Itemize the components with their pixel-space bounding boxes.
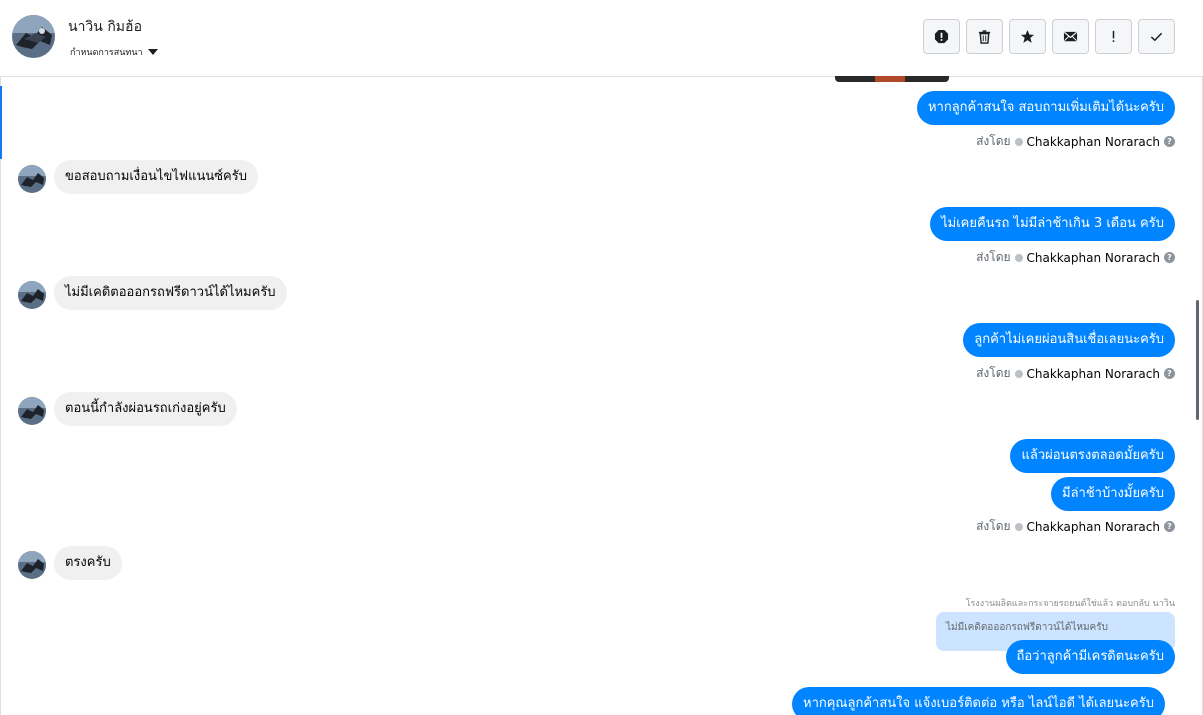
sent-by-line: ส่งโดย Chakkaphan Norarach ? xyxy=(976,248,1175,267)
star-icon xyxy=(1020,29,1035,43)
sent-by-agent: Chakkaphan Norarach xyxy=(1026,519,1160,534)
outgoing-message: ไม่เคยคืนรถ ไม่มีล่าช้าเกิน 3 เดือน ครับ xyxy=(930,207,1175,241)
incoming-message: ไม่มีเคดิตอออกรถฟรีดาวน์ได้ไหมครับ xyxy=(54,276,287,310)
reply-context: โรงงานผลิตและกระจายรถยนต์ใช่แล้ว ตอบกลับ… xyxy=(965,599,1175,609)
sent-by-prefix: ส่งโดย xyxy=(976,250,1011,264)
delivered-check-icon xyxy=(1014,253,1023,262)
help-icon[interactable]: ? xyxy=(1164,252,1175,263)
incoming-message: ตรงครับ xyxy=(54,546,122,580)
delete-button[interactable] xyxy=(966,19,1003,54)
conversation-status-label: กำหนดการสนทนา xyxy=(70,48,143,58)
check-icon xyxy=(1150,32,1163,42)
contact-avatar-small xyxy=(18,165,46,193)
outgoing-message: ลูกค้าไม่เคยผ่อนสินเชื่อเลยนะครับ xyxy=(963,323,1175,357)
trash-icon xyxy=(978,30,991,44)
sent-by-line: ส่งโดย Chakkaphan Norarach ? xyxy=(976,517,1175,536)
outgoing-message: มีล่าช้าบ้างมั้ยครับ xyxy=(1051,477,1175,511)
sent-by-agent: Chakkaphan Norarach xyxy=(1026,250,1160,265)
sent-by-agent: Chakkaphan Norarach xyxy=(1026,134,1160,149)
sent-by-agent: Chakkaphan Norarach xyxy=(1026,366,1160,381)
important-button[interactable] xyxy=(1095,19,1132,54)
help-icon[interactable]: ? xyxy=(1164,368,1175,379)
contact-avatar-small xyxy=(18,281,46,309)
conversation-header: นาวิน กิมฮ้อ กำหนดการสนทนา xyxy=(0,0,1203,77)
contact-avatar[interactable] xyxy=(12,15,55,58)
mail-icon xyxy=(1063,31,1078,42)
conversation-status-dropdown[interactable]: กำหนดการสนทนา xyxy=(70,45,158,59)
incoming-message: ตอนนี้กำลังผ่อนรถเก่งอยู่ครับ xyxy=(54,392,237,426)
header-actions xyxy=(923,19,1175,54)
sent-by-line: ส่งโดย Chakkaphan Norarach ? xyxy=(976,132,1175,151)
outgoing-message: หากคุณลูกค้าสนใจ แจ้งเบอร์ติดต่อ หรือ ไล… xyxy=(792,687,1165,715)
delivered-check-icon xyxy=(1014,522,1023,531)
report-button[interactable] xyxy=(923,19,960,54)
report-icon xyxy=(934,29,949,44)
contact-avatar-small xyxy=(18,551,46,579)
help-icon[interactable]: ? xyxy=(1164,521,1175,532)
delivered-check-icon xyxy=(1014,137,1023,146)
thread-accent xyxy=(0,86,2,159)
attachment-image[interactable] xyxy=(835,76,949,82)
help-icon[interactable]: ? xyxy=(1164,136,1175,147)
exclamation-icon xyxy=(1112,30,1115,42)
incoming-message: ขอสอบถามเงื่อนไขไฟแนนซ์ครับ xyxy=(54,160,258,194)
contact-avatar-small xyxy=(18,397,46,425)
sent-by-prefix: ส่งโดย xyxy=(976,519,1011,533)
outgoing-message: ถือว่าลูกค้ามีเครดิตนะครับ xyxy=(1005,640,1175,674)
star-button[interactable] xyxy=(1009,19,1046,54)
outgoing-message: หากลูกค้าสนใจ สอบถามเพิ่มเติมได้นะครับ xyxy=(916,91,1175,125)
sent-by-prefix: ส่งโดย xyxy=(976,134,1011,148)
sent-by-line: ส่งโดย Chakkaphan Norarach ? xyxy=(976,364,1175,383)
caret-down-icon xyxy=(147,49,158,55)
delivered-check-icon xyxy=(1014,369,1023,378)
sent-by-prefix: ส่งโดย xyxy=(976,366,1011,380)
scrollbar-thumb[interactable] xyxy=(1196,300,1199,420)
mark-done-button[interactable] xyxy=(1138,19,1175,54)
contact-name: นาวิน กิมฮ้อ xyxy=(68,19,142,35)
mark-unread-button[interactable] xyxy=(1052,19,1089,54)
outgoing-message: แล้วผ่อนตรงตลอดมั้ยครับ xyxy=(1010,439,1175,473)
